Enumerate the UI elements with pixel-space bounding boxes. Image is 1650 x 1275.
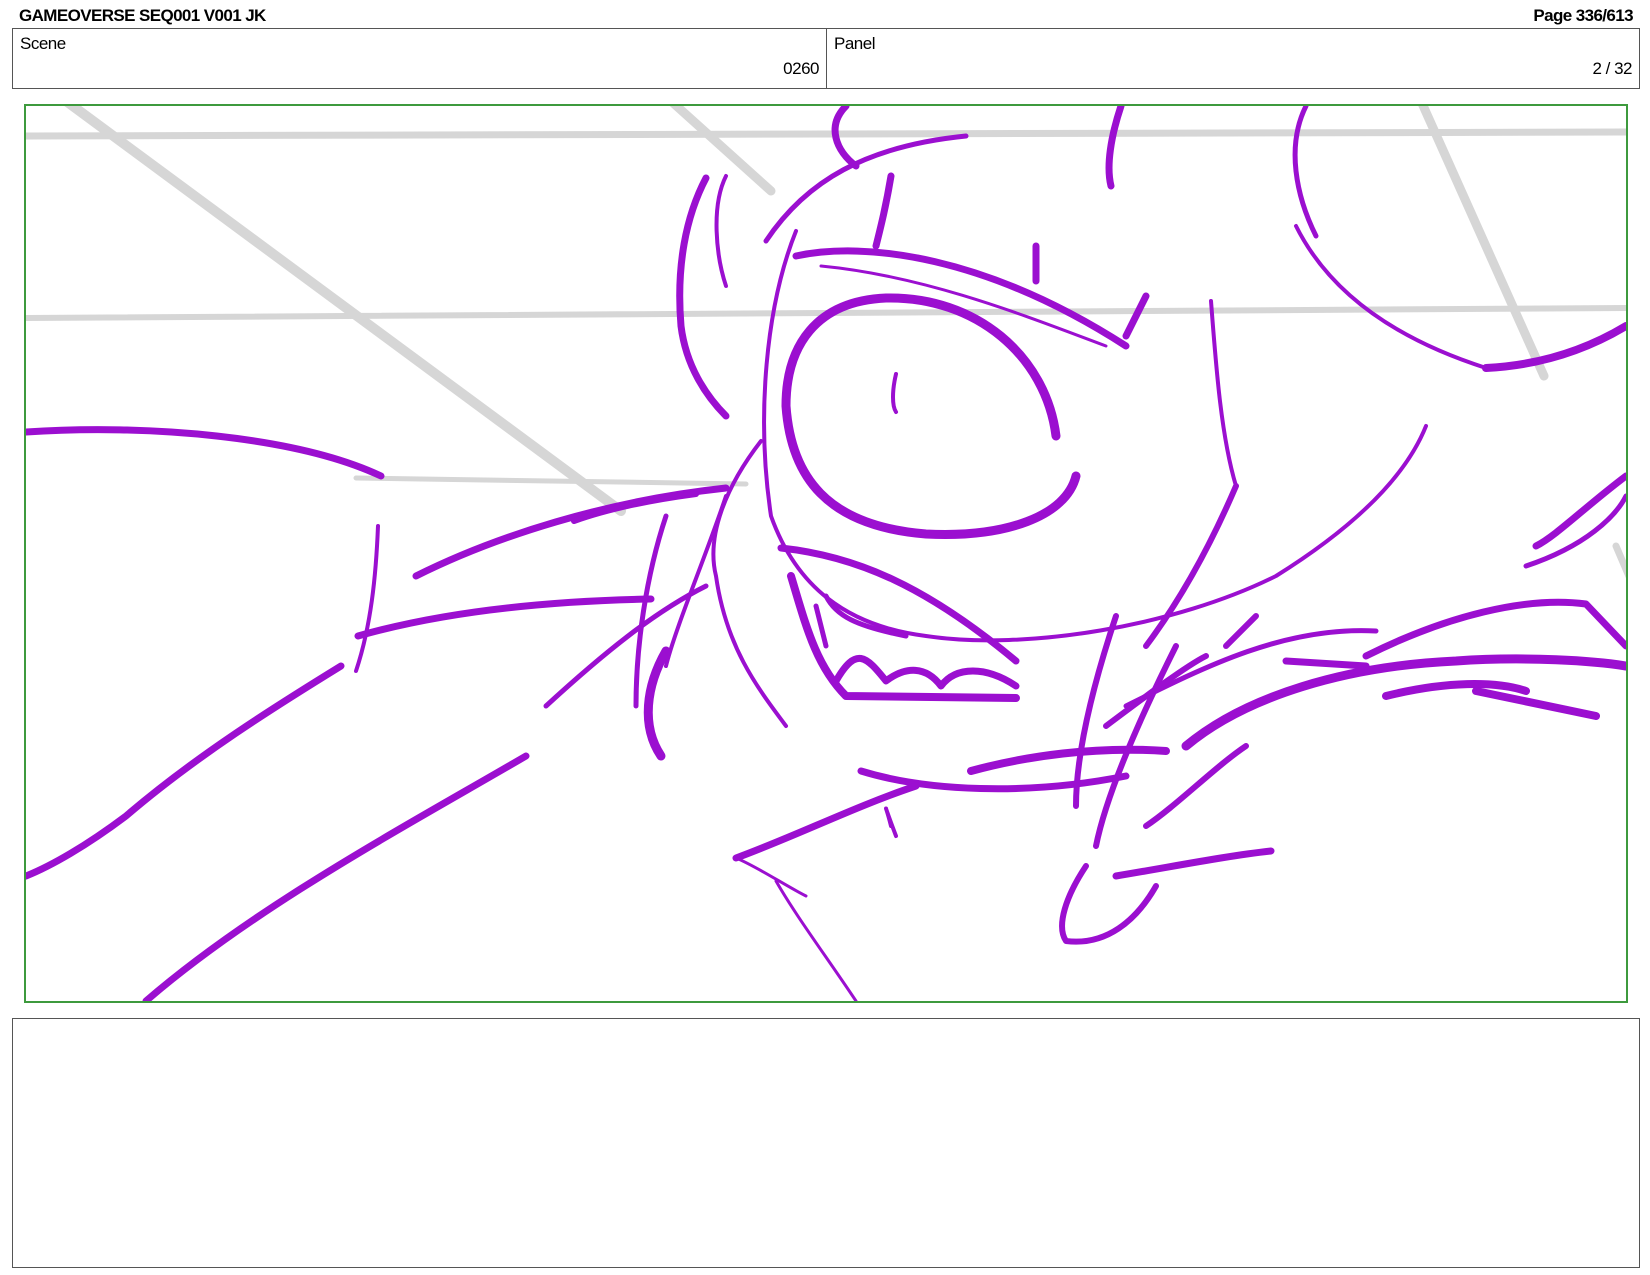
storyboard-frame [24, 104, 1628, 1003]
character-sketch [26, 106, 1626, 1001]
panel-value: 2 / 32 [1592, 59, 1632, 78]
perspective-guides [26, 106, 1626, 579]
scene-panel-info: Scene 0260 Panel 2 / 32 [12, 28, 1640, 89]
panel-cell: Panel 2 / 32 [827, 29, 1639, 88]
scene-label: Scene [20, 34, 66, 53]
scene-value: 0260 [783, 59, 819, 78]
notes-box [12, 1018, 1640, 1268]
panel-label: Panel [834, 34, 875, 53]
page-number: Page 336/613 [1533, 6, 1633, 25]
scene-cell: Scene 0260 [13, 29, 827, 88]
document-title: GAMEOVERSE SEQ001 V001 JK [19, 6, 266, 25]
storyboard-sketch [26, 106, 1626, 1001]
